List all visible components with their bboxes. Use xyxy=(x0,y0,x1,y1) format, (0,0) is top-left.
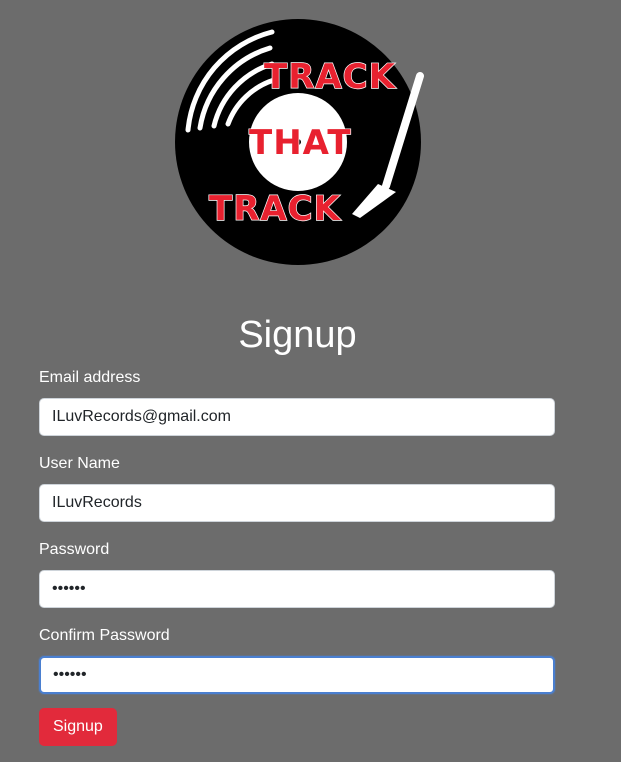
logo-word-that: THAT xyxy=(249,123,352,163)
confirm-password-input[interactable] xyxy=(39,656,555,694)
vinyl-record-logo-icon: TRACK THAT TRACK xyxy=(175,19,424,265)
password-group: Password xyxy=(39,538,555,624)
confirm-password-group: Confirm Password xyxy=(39,624,555,710)
email-group: Email address xyxy=(39,366,555,452)
username-label: User Name xyxy=(39,455,120,472)
email-label: Email address xyxy=(39,369,141,386)
password-label: Password xyxy=(39,541,110,558)
logo-word-track-bottom: TRACK xyxy=(209,189,342,229)
page-title: Signup xyxy=(238,314,357,356)
track-that-track-logo: TRACK THAT TRACK xyxy=(174,18,430,268)
username-group: User Name xyxy=(39,452,555,538)
password-input[interactable] xyxy=(39,570,555,608)
signup-form: Email address User Name Password Confirm… xyxy=(39,366,555,746)
email-input[interactable] xyxy=(39,398,555,436)
signup-button[interactable]: Signup xyxy=(39,708,117,746)
confirm-password-label: Confirm Password xyxy=(39,627,170,644)
username-input[interactable] xyxy=(39,484,555,522)
logo-word-track-top: TRACK xyxy=(264,57,397,97)
